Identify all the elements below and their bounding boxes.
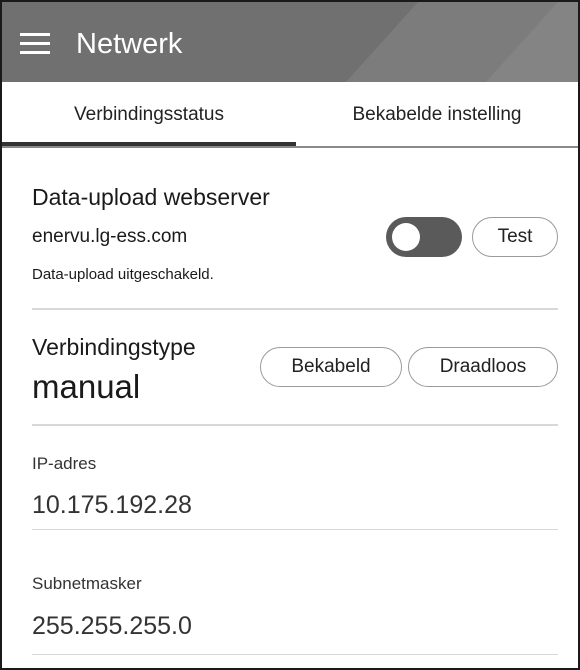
tab-verbindingsstatus[interactable]: Verbindingsstatus <box>2 82 296 146</box>
webserver-host: enervu.lg-ess.com <box>32 226 188 247</box>
ip-address-label: IP-adres <box>32 454 97 473</box>
ip-address-value: 10.175.192.28 <box>32 491 192 519</box>
wireless-button[interactable]: Draadloos <box>408 347 558 387</box>
divider <box>32 529 558 530</box>
divider <box>32 308 558 310</box>
page-title: Netwerk <box>76 28 183 60</box>
toggle-knob <box>392 223 420 251</box>
tab-bar: Verbindingsstatus Bekabelde instelling <box>2 82 578 148</box>
connection-type-value: manual <box>32 368 141 405</box>
tab-indicator <box>2 142 296 146</box>
divider <box>32 654 558 655</box>
subnet-mask-value: 255.255.255.0 <box>32 612 192 640</box>
test-button[interactable]: Test <box>472 217 558 257</box>
app-bar: Netwerk <box>2 2 578 82</box>
hamburger-menu-icon[interactable] <box>20 33 50 55</box>
screen-frame: Netwerk Verbindingsstatus Bekabelde inst… <box>0 0 580 670</box>
divider <box>32 424 558 426</box>
connection-type-label: Verbindingstype <box>32 334 196 360</box>
webserver-title: Data-upload webserver <box>32 184 270 210</box>
upload-status-text: Data-upload uitgeschakeld. <box>32 266 214 283</box>
wired-button[interactable]: Bekabeld <box>260 347 402 387</box>
subnet-mask-label: Subnetmasker <box>32 574 142 593</box>
data-upload-toggle[interactable] <box>386 217 462 257</box>
tab-bekabelde-instelling[interactable]: Bekabelde instelling <box>296 82 578 146</box>
